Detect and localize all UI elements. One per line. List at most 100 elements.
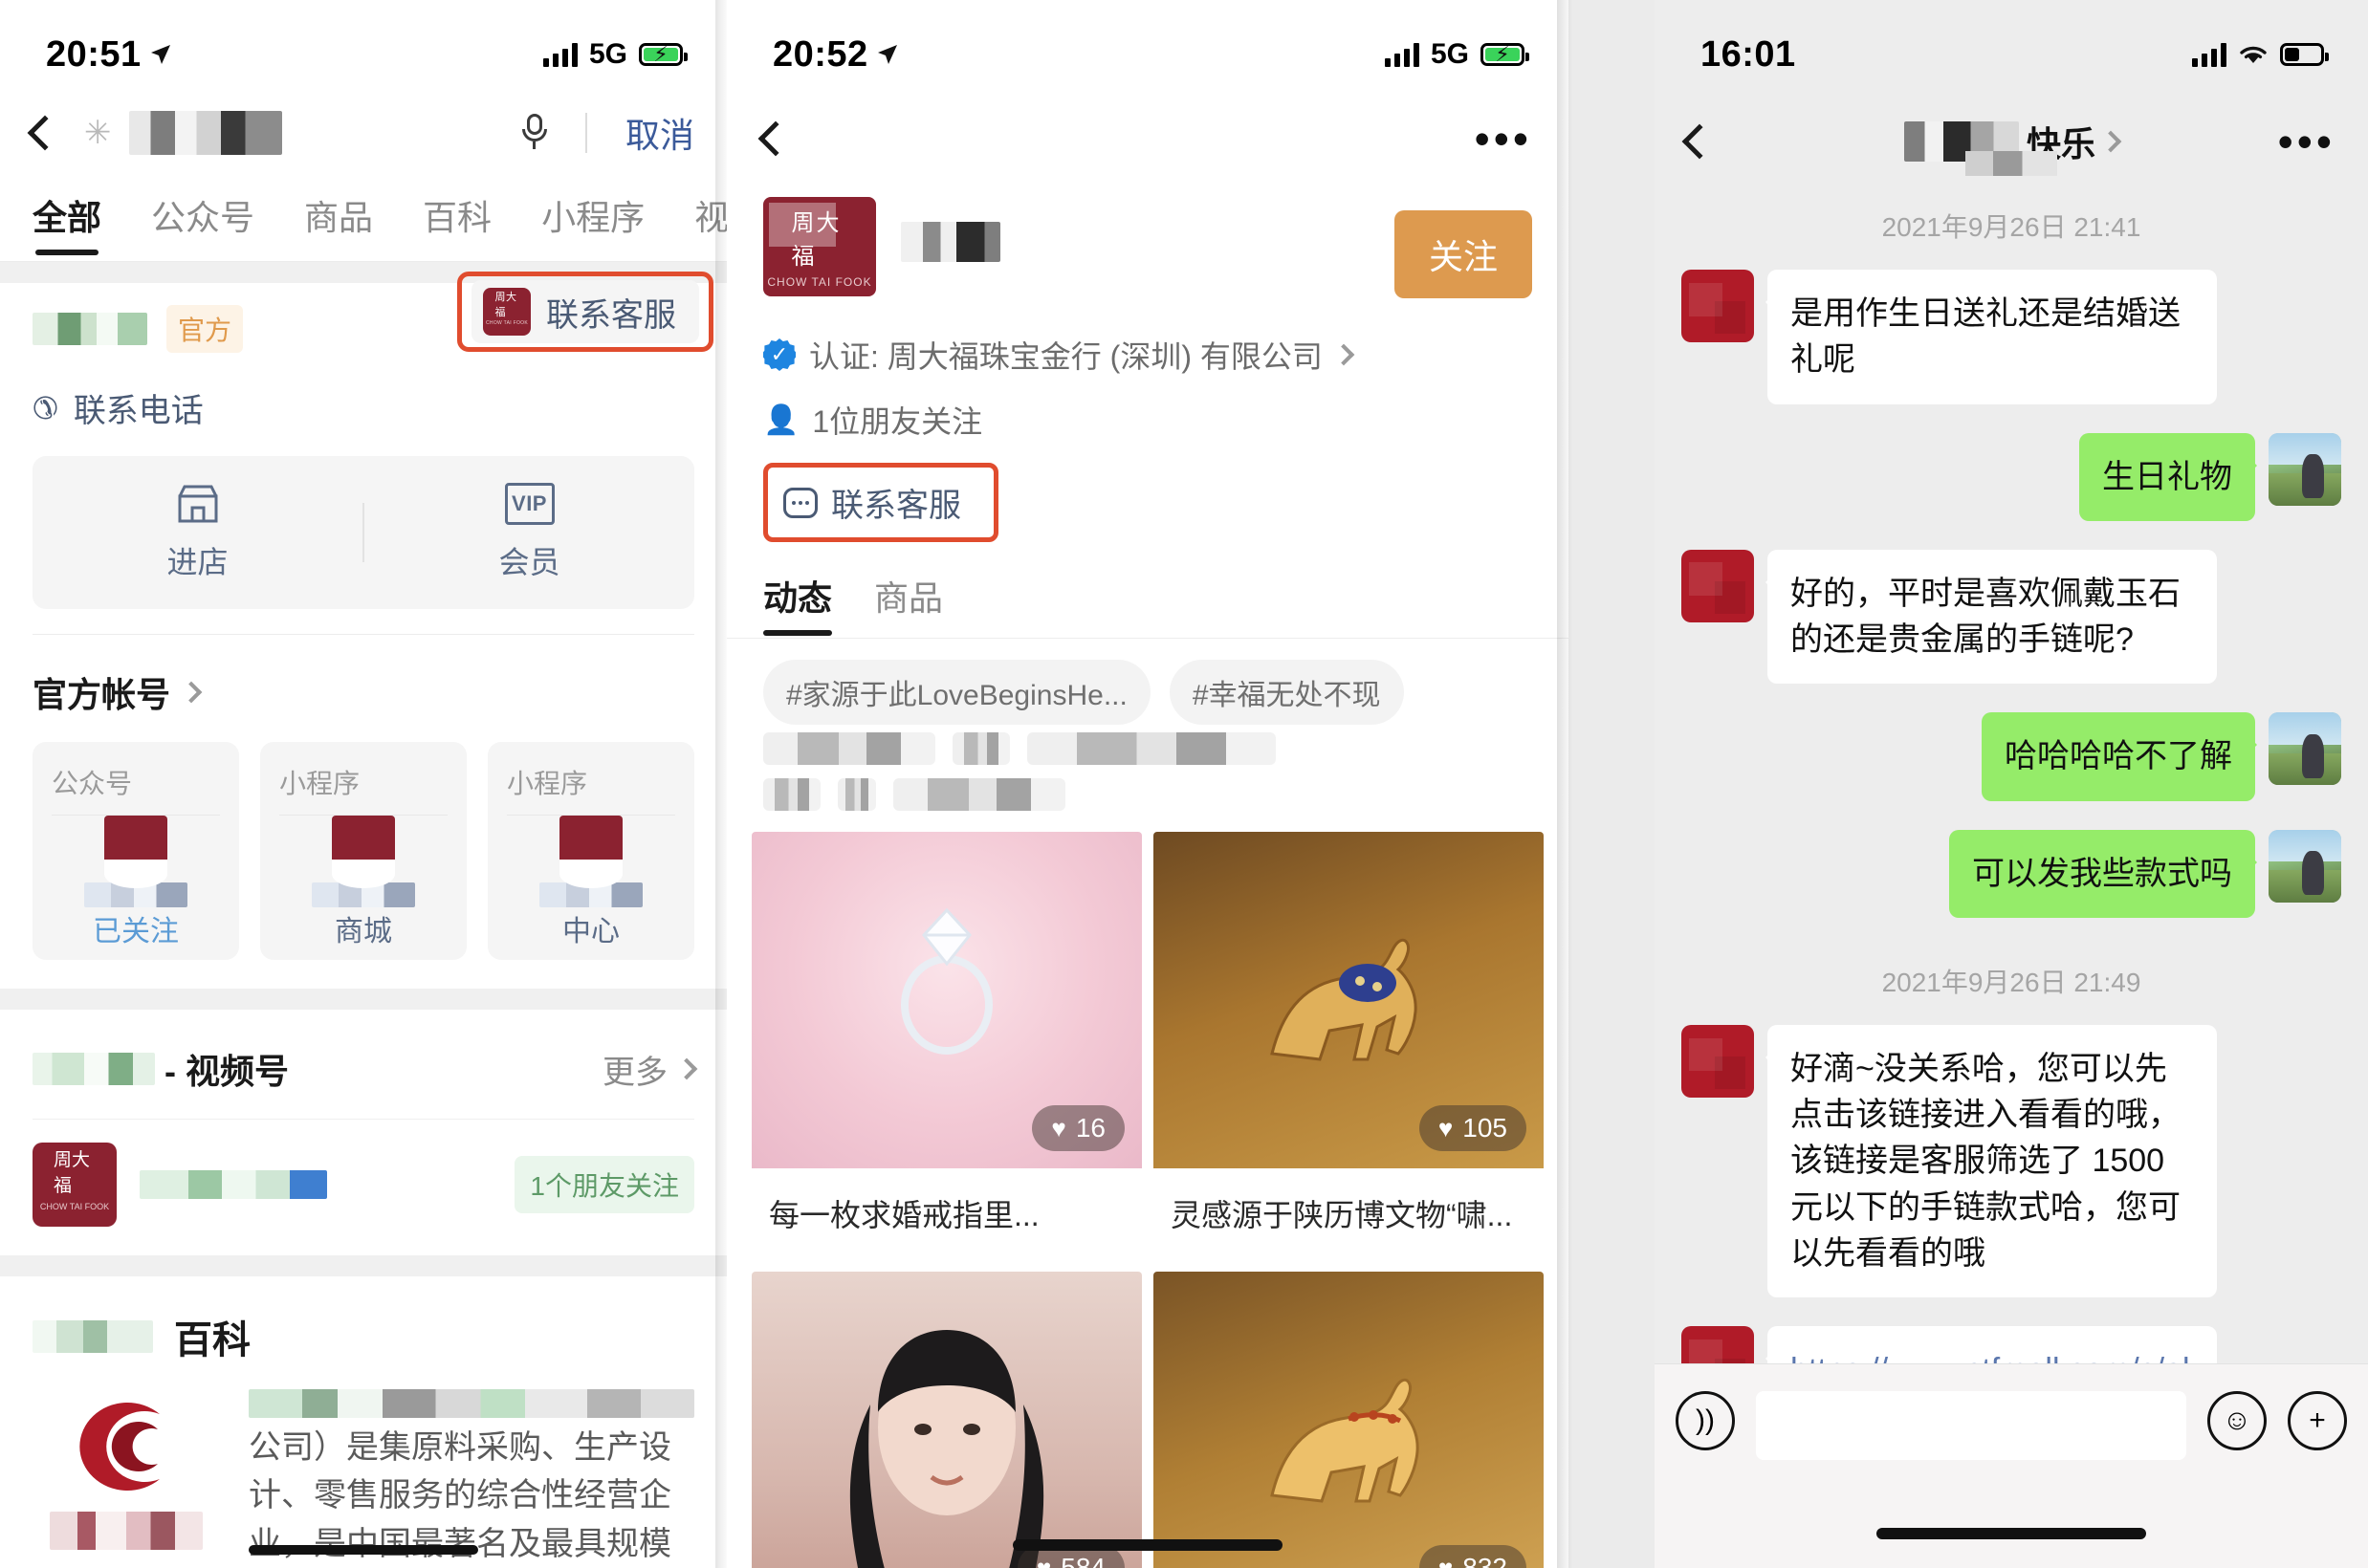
friend-follow-badge: 1个朋友关注: [515, 1156, 694, 1213]
message-bubble[interactable]: 好的，平时是喜欢佩戴玉石的还是贵金属的手链呢?: [1765, 549, 2217, 685]
channel-nav-bar: •••: [727, 92, 1568, 185]
contact-service-button[interactable]: 联系客服: [471, 280, 699, 343]
message-bubble[interactable]: 生日礼物: [2079, 432, 2257, 521]
message-input[interactable]: [1756, 1391, 2186, 1460]
chat-message-outgoing: 哈哈哈哈不了解: [1681, 712, 2341, 801]
baike-title: 百科: [174, 1319, 251, 1361]
battery-icon-mid: ⚡: [1480, 42, 1529, 66]
emoji-icon[interactable]: ☺: [2207, 1391, 2267, 1450]
post-caption: 灵感源于陕历博文物“啸...: [1171, 1198, 1513, 1232]
tab-encyclopedia[interactable]: 百科: [423, 190, 492, 261]
avatar[interactable]: [2269, 432, 2341, 506]
post-grid: ♥ 16 每一枚求婚戒指里... ♥ 105 灵感源于陕历博文物“啸... ♥ …: [727, 811, 1568, 1568]
account-status-label[interactable]: 中心: [507, 907, 675, 949]
back-chevron-icon[interactable]: [27, 115, 63, 151]
follow-button[interactable]: 关注: [1393, 210, 1532, 298]
chat-message-incoming: 是用作生日送礼还是结婚送礼呢: [1681, 270, 2341, 404]
search-category-tabs: 全部 公众号 商品 百科 小程序 视频号: [0, 174, 727, 262]
voice-icon[interactable]: )): [1676, 1391, 1735, 1450]
avatar[interactable]: [2269, 829, 2341, 903]
video-channel-item[interactable]: 1个朋友关注: [33, 1119, 694, 1255]
baike-logo: [33, 1389, 220, 1568]
official-account-card[interactable]: 小程序 中心: [488, 742, 694, 960]
post-card[interactable]: ♥ 584 用心编织青春的无穷形态...: [752, 1272, 1142, 1568]
message-bubble[interactable]: 哈哈哈哈不了解: [1982, 712, 2257, 801]
avatar[interactable]: [2269, 712, 2341, 786]
microphone-icon[interactable]: [521, 114, 547, 152]
video-channel-more-button[interactable]: 更多: [603, 1046, 698, 1093]
video-channel-item-name-masked: [140, 1170, 327, 1199]
verification-row[interactable]: ✓ 认证: 周大福珠宝金行 (深圳) 有限公司: [727, 298, 1568, 377]
official-account-card[interactable]: 公众号 已关注: [33, 742, 239, 960]
home-indicator-right: [1876, 1528, 2146, 1539]
signal-icon: [542, 42, 578, 67]
baike-body[interactable]: 公司）是集原料采购、生产设计、零售服务的综合性经营企业，是中国最著名及最具规模的…: [33, 1389, 694, 1568]
message-bubble[interactable]: 好滴~没关系哈，您可以先点击该链接进入看看的哦，该链接是客服筛选了 1500 元…: [1765, 1024, 2217, 1298]
chat-message-list: 2021年9月26日 21:41 是用作生日送礼还是结婚送礼呢 生日礼物 好的，…: [1655, 191, 2368, 1568]
avatar[interactable]: [1681, 1024, 1754, 1098]
avatar[interactable]: [1681, 270, 1754, 342]
person-icon: 👤: [763, 403, 800, 436]
baike-section: 百科 公司）是集原料采购、生产设计、零售服务的综合性经营企业，是中国最著名及最具…: [0, 1276, 727, 1568]
more-options-icon[interactable]: •••: [1475, 116, 1532, 161]
screenshot-stage: 20:51 5G ⚡ ✳ 取消 全部 公众号 商品 百科 小程序 视 官方 ✆ …: [0, 0, 2368, 1568]
contact-service-highlight-box-mid[interactable]: 联系客服: [763, 463, 998, 542]
status-indicators-left: 5G ⚡: [542, 38, 688, 71]
wechat-chat-panel: 16:01 快乐 ••• 2021年9月26日 21:41 是用作生日送礼还是结…: [1655, 0, 2368, 1568]
status-time-right: 16:01: [1700, 34, 1796, 76]
tab-mini-program[interactable]: 小程序: [541, 190, 645, 261]
like-count-badge: ♥ 832: [1418, 1545, 1526, 1568]
account-avatar-area: [52, 816, 220, 907]
channel-name-masked: [901, 222, 1000, 262]
post-image-horse-gold: ♥ 832: [1153, 1272, 1544, 1568]
hashtag-chip[interactable]: #家源于此LoveBeginsHe...: [763, 660, 1151, 725]
tab-products[interactable]: 商品: [874, 571, 943, 638]
quick-action-shop[interactable]: 进店: [33, 483, 362, 582]
tab-feed[interactable]: 动态: [763, 571, 833, 638]
cancel-button[interactable]: 取消: [625, 108, 694, 158]
back-chevron-icon[interactable]: [757, 120, 794, 157]
hashtag-chip[interactable]: #幸福无处不现: [1169, 660, 1404, 725]
contact-phone-row[interactable]: ✆ 联系电话: [33, 375, 694, 456]
official-accounts-cards: 公众号 已关注 小程序 商城 小程序 中心: [33, 742, 694, 960]
status-time-left: 20:51: [46, 34, 172, 76]
post-card[interactable]: ♥ 105 灵感源于陕历博文物“啸...: [1153, 832, 1544, 1260]
quick-action-shop-label: 进店: [166, 545, 229, 579]
account-status-label[interactable]: 已关注: [52, 907, 220, 949]
post-card[interactable]: ♥ 16 每一枚求婚戒指里...: [752, 832, 1142, 1260]
channel-avatar[interactable]: 周大福 CHOW TAI FOOK: [763, 197, 876, 296]
battery-icon-right: [2280, 43, 2329, 66]
channel-header: 周大福 CHOW TAI FOOK 关注: [727, 185, 1568, 298]
official-accounts-title: 官方帐号: [33, 675, 171, 714]
chow-tai-fook-logo-icon: [79, 1403, 160, 1491]
video-channel-header: - 视频号 更多: [33, 1010, 698, 1119]
post-image-portrait: ♥ 584: [752, 1272, 1142, 1568]
message-bubble[interactable]: 可以发我些款式吗: [1949, 829, 2257, 918]
portrait-icon: [849, 1330, 1044, 1568]
video-channel-title: - 视频号: [33, 1044, 289, 1094]
post-card[interactable]: ♥ 832 以唐马为设计灵感，集锻...: [1153, 1272, 1544, 1568]
shop-icon: [178, 485, 217, 523]
account-status-label[interactable]: 商城: [279, 907, 448, 949]
avatar[interactable]: [1681, 549, 1754, 622]
diamond-ring-icon: [901, 907, 993, 1055]
friends-following-row[interactable]: 👤 1位朋友关注: [727, 377, 1568, 442]
chevron-right-icon: [675, 1057, 698, 1080]
tab-official-account[interactable]: 公众号: [151, 190, 254, 261]
account-kind-label: 小程序: [507, 763, 675, 816]
message-bubble[interactable]: 是用作生日送礼还是结婚送礼呢: [1765, 270, 2217, 404]
channel-tabs: 动态 商品: [727, 542, 1568, 639]
post-caption: 每一枚求婚戒指里...: [769, 1198, 1040, 1232]
search-keyword-masked[interactable]: [128, 111, 282, 155]
plus-icon[interactable]: +: [2288, 1391, 2347, 1450]
baike-source-masked: [33, 1320, 153, 1353]
official-accounts-header[interactable]: 官方帐号: [33, 635, 694, 742]
account-kind-label: 公众号: [52, 763, 220, 816]
official-account-card[interactable]: 小程序 商城: [260, 742, 467, 960]
quick-action-vip[interactable]: VIP 会员: [364, 483, 694, 582]
tab-goods[interactable]: 商品: [304, 190, 373, 261]
signal-icon: [2192, 42, 2226, 67]
tab-all[interactable]: 全部: [33, 190, 101, 261]
account-kind-label: 小程序: [279, 763, 448, 816]
chat-message-incoming: 好的，平时是喜欢佩戴玉石的还是贵金属的手链呢?: [1681, 549, 2341, 685]
